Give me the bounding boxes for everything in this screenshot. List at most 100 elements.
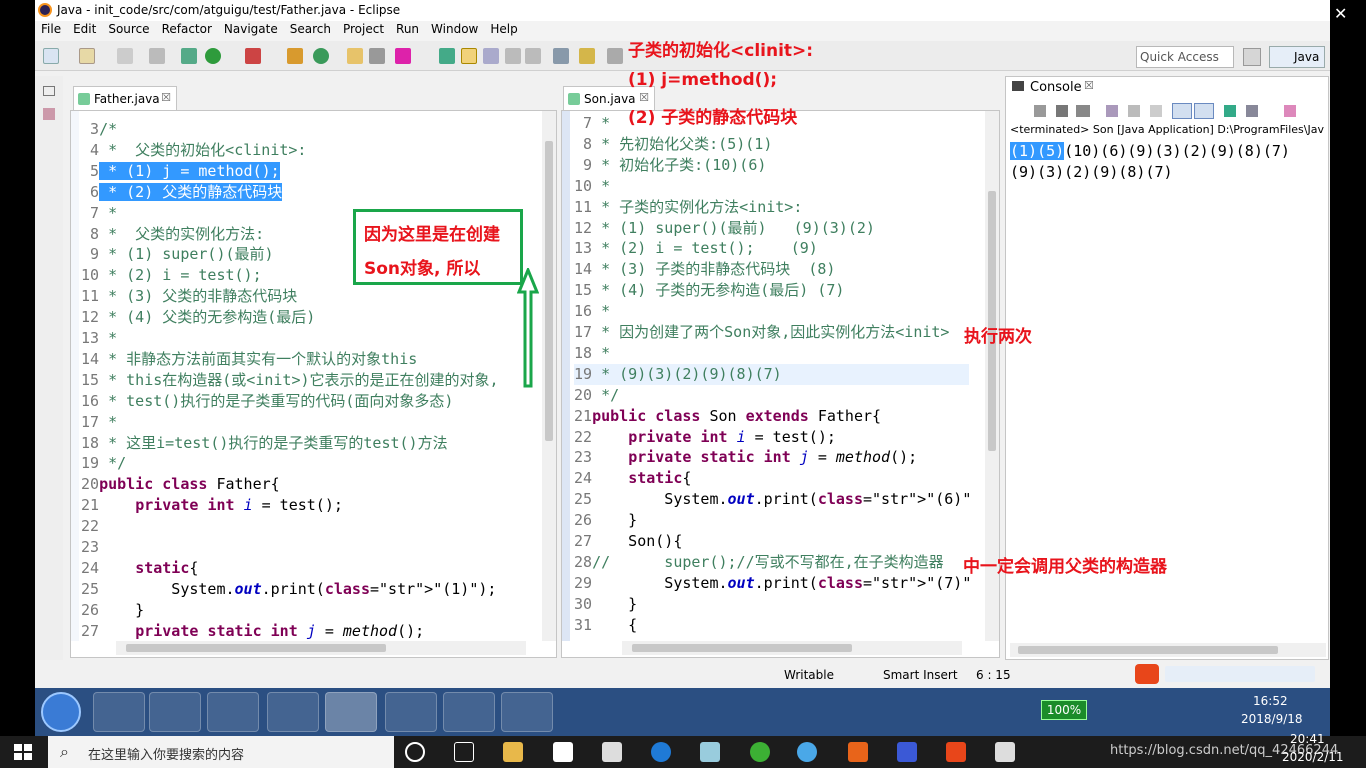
wechat-icon[interactable] — [750, 742, 770, 762]
code-line[interactable]: 16 * test()执行的是子类重写的代码(面向对象多态) — [81, 391, 453, 412]
code-line[interactable]: 29 System.out.print(class="str">"(7)"); — [574, 573, 969, 594]
code-line[interactable]: 31 { — [574, 615, 637, 636]
run-icon[interactable] — [205, 48, 221, 64]
code-line[interactable]: 7 * — [574, 113, 610, 134]
code-line[interactable]: 26 } — [574, 510, 637, 531]
code-line[interactable]: 17 * 因为创建了两个Son对象,因此实例化方法<init> — [574, 322, 949, 343]
code-line[interactable]: 13 * — [81, 328, 117, 349]
code-line[interactable]: 22 private int i = test(); — [574, 427, 836, 448]
terminate-icon[interactable] — [1034, 105, 1046, 117]
code-line[interactable]: 15 * (4) 子类的无参构造(最后) (7) — [574, 280, 844, 301]
skip-breakpoints-icon[interactable] — [149, 48, 165, 64]
code-line[interactable]: 9 * 初始化子类:(10)(6) — [574, 155, 766, 176]
show-whitespace-icon[interactable] — [525, 48, 541, 64]
pin-console-icon[interactable] — [1224, 105, 1236, 117]
remove-all-icon[interactable] — [1076, 105, 1090, 117]
console-title[interactable]: Console — [1030, 80, 1082, 95]
ime-toolbar[interactable] — [1165, 666, 1315, 682]
vm-icon[interactable] — [797, 742, 817, 762]
scroll-lock-icon[interactable] — [1106, 105, 1118, 117]
windows-start-icon[interactable] — [14, 744, 32, 760]
save-icon[interactable] — [117, 48, 133, 64]
close-icon[interactable]: ☒ — [161, 91, 171, 104]
sogou-icon[interactable] — [946, 742, 966, 762]
taskbar-notes-icon[interactable] — [443, 692, 495, 732]
code-line[interactable]: 21public class Son extends Father{ — [574, 406, 881, 427]
taskbar-eclipse-icon[interactable] — [325, 692, 377, 732]
code-line[interactable]: 18 * — [574, 343, 610, 364]
code-line[interactable]: 27 private static int j = method(); — [81, 621, 424, 641]
son-editor[interactable]: 7 * 8 * 先初始化父类:(5)(1) 9 * 初始化子类:(10)(6) 1… — [561, 110, 1000, 658]
quick-access-field[interactable]: Quick Access — [1136, 46, 1234, 68]
close-icon[interactable]: ☒ — [1084, 79, 1094, 92]
code-line[interactable]: 11 * 子类的实例化方法<init>: — [574, 197, 802, 218]
father-vscroll[interactable] — [542, 111, 556, 641]
code-line[interactable]: 23 — [81, 537, 99, 558]
presentation-icon[interactable] — [848, 742, 868, 762]
next-annotation-icon[interactable] — [579, 48, 595, 64]
code-line[interactable]: 4 * 父类的初始化<clinit>: — [81, 140, 306, 161]
code-line[interactable]: 20 */ — [574, 385, 619, 406]
battery-indicator[interactable]: 100% — [1041, 700, 1087, 720]
code-line[interactable]: 19 * (9)(3)(2)(9)(8)(7) — [574, 363, 969, 385]
edge-icon[interactable] — [651, 742, 671, 762]
code-line[interactable]: 14 * 非静态方法前面其实有一个默认的对象this — [81, 349, 417, 370]
search-icon[interactable] — [369, 48, 385, 64]
edit-icon[interactable] — [395, 48, 411, 64]
code-line[interactable]: 13 * (2) i = test(); (9) — [574, 238, 818, 259]
mark-occurrences-icon[interactable] — [461, 48, 477, 64]
son-code-area[interactable]: 7 * 8 * 先初始化父类:(5)(1) 9 * 初始化子类:(10)(6) 1… — [574, 113, 969, 641]
code-line[interactable]: 10 * (2) i = test(); — [81, 265, 262, 286]
file-explorer-icon[interactable] — [503, 742, 523, 762]
code-line[interactable]: 6 * (2) 父类的静态代码块 — [81, 182, 283, 203]
code-line[interactable]: 30 } — [574, 594, 637, 615]
code-line[interactable]: 12 * (1) super()(最前) (9)(3)(2) — [574, 218, 875, 239]
new-package-icon[interactable] — [79, 48, 95, 64]
host-close-icon[interactable]: ✕ — [1334, 4, 1347, 23]
code-line[interactable]: 18 * 这里i=test()执行的是子类重写的test()方法 — [81, 433, 448, 454]
restore-icon[interactable] — [43, 86, 55, 96]
code-line[interactable]: 27 Son(){ — [574, 531, 682, 552]
code-line[interactable]: 21 private int i = test(); — [81, 495, 343, 516]
code-line[interactable]: 7 * — [81, 203, 117, 224]
code-line[interactable]: 8 * 父类的实例化方法: — [81, 224, 264, 245]
taskbar-media-icon[interactable] — [93, 692, 145, 732]
menu-run[interactable]: Run — [390, 21, 425, 36]
menu-navigate[interactable]: Navigate — [218, 21, 284, 36]
taskbar-chrome-icon[interactable] — [207, 692, 259, 732]
new-class-icon[interactable] — [313, 48, 329, 64]
code-line[interactable]: 25 System.out.print(class="str">"(1)"); — [81, 579, 496, 600]
mic-icon[interactable] — [602, 742, 622, 762]
app-icon[interactable] — [700, 742, 720, 762]
annotation-icon[interactable] — [439, 48, 455, 64]
host-restore-icon[interactable]: ❐ — [1290, 6, 1303, 22]
menu-source[interactable]: Source — [102, 21, 155, 36]
code-line[interactable]: 11 * (3) 父类的非静态代码块 — [81, 286, 297, 307]
host-minimize-icon[interactable]: — — [1244, 6, 1258, 22]
console-hscroll[interactable] — [1010, 643, 1326, 657]
menu-refactor[interactable]: Refactor — [156, 21, 218, 36]
pin-icon[interactable] — [553, 48, 569, 64]
tab-father-java[interactable]: Father.java ☒ — [73, 86, 177, 110]
clear-console-icon[interactable] — [1150, 105, 1162, 117]
menu-help[interactable]: Help — [484, 21, 523, 36]
menu-project[interactable]: Project — [337, 21, 390, 36]
code-line[interactable]: 5 * (1) j = method(); — [81, 161, 280, 182]
code-line[interactable]: 15 * this在构造器(或<init>)它表示的是正在创建的对象, — [81, 370, 499, 391]
remove-launch-icon[interactable] — [1056, 105, 1068, 117]
open-type-icon[interactable] — [347, 48, 363, 64]
code-line[interactable]: 19 */ — [81, 453, 126, 474]
java-perspective-button[interactable]: Java — [1269, 46, 1325, 68]
father-hscroll[interactable] — [116, 641, 526, 655]
code-line[interactable]: 23 private static int j = method(); — [574, 447, 917, 468]
code-line[interactable]: 14 * (3) 子类的非静态代码块 (8) — [574, 259, 835, 280]
video-icon[interactable] — [995, 742, 1015, 762]
taskbar-fire-icon[interactable] — [501, 692, 553, 732]
debug-icon[interactable] — [181, 48, 197, 64]
code-line[interactable]: 8 * 先初始化父类:(5)(1) — [574, 134, 772, 155]
code-line[interactable]: 22 — [81, 516, 99, 537]
menu-edit[interactable]: Edit — [67, 21, 102, 36]
code-line[interactable]: 3/* — [81, 119, 117, 140]
d-app-icon[interactable] — [897, 742, 917, 762]
code-line[interactable]: 25 System.out.print(class="str">"(6)"); — [574, 489, 969, 510]
